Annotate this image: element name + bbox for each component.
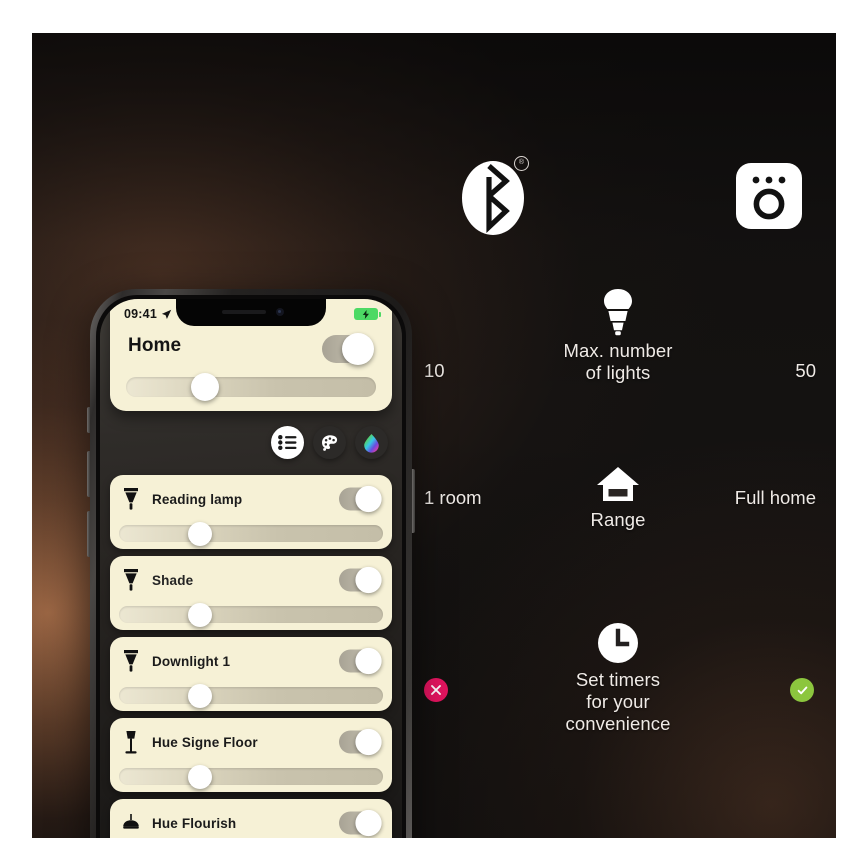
list-icon (278, 435, 297, 450)
color-drop-icon (364, 433, 379, 453)
earpiece-speaker (222, 310, 266, 314)
check-badge (790, 678, 814, 702)
light-brightness-slider-knob[interactable] (187, 521, 212, 546)
light-name: Shade (152, 572, 194, 588)
floor-lamp-icon (110, 730, 152, 755)
list-item[interactable]: Reading lamp (110, 475, 392, 549)
comparison-center-1: Max. number of lights (400, 288, 836, 384)
bulb-spot-icon (110, 568, 152, 592)
comparison-right-value-1: 50 (795, 360, 816, 381)
light-name: Reading lamp (152, 491, 243, 507)
light-toggle[interactable] (339, 728, 382, 756)
light-toggle-knob (355, 647, 382, 675)
light-name: Hue Signe Floor (152, 734, 258, 750)
light-brightness-slider-knob[interactable] (187, 764, 212, 789)
page-title: Home (128, 335, 182, 356)
comparison-caption-3-line2: for your (586, 691, 650, 712)
comparison-center-3: Set timers for your convenience (400, 621, 836, 735)
house-range-icon (597, 467, 639, 501)
home-master-toggle[interactable] (322, 333, 374, 365)
light-toggle-knob (355, 566, 382, 594)
comparison-caption-1-line1: Max. number (563, 340, 673, 361)
clock-icon (598, 623, 638, 663)
light-brightness-slider[interactable] (119, 764, 383, 789)
floor-lamp-glyph (125, 730, 137, 753)
ceiling-lamp-icon (110, 813, 152, 833)
comparison-left-value-1: 10 (424, 360, 445, 381)
cross-icon (431, 685, 441, 695)
tab-color[interactable] (355, 426, 388, 459)
list-item[interactable]: Hue Flourish (110, 799, 392, 838)
comparison-caption-3-line1: Set timers (575, 669, 661, 690)
phone-screen: 09:41 Home Reading lamp Shade Downlight … (100, 299, 402, 838)
list-item[interactable]: Downlight 1 (110, 637, 392, 711)
light-brightness-slider-knob[interactable] (187, 602, 212, 627)
tab-list[interactable] (271, 426, 304, 459)
comparison-caption-1-line2: of lights (585, 362, 651, 383)
hue-bridge-glyph (752, 176, 786, 220)
phone-bezel: 09:41 Home Reading lamp Shade Downlight … (96, 295, 406, 838)
phone-mute-switch[interactable] (87, 407, 90, 433)
light-list: Reading lamp Shade Downlight 1 Hue Signe… (110, 475, 392, 838)
light-toggle-knob (355, 728, 382, 756)
bulb-spot-glyph (124, 650, 138, 672)
comparison-left-value-2: 1 room (424, 487, 482, 508)
charging-bolt-icon (362, 309, 369, 319)
promo-scene: ® Max. number of lights 10 50 Range 1 ro… (32, 33, 836, 838)
light-brightness-slider[interactable] (119, 683, 383, 708)
list-item[interactable]: Shade (110, 556, 392, 630)
light-brightness-slider-knob[interactable] (187, 683, 212, 708)
comparison-right-value-2: Full home (734, 487, 816, 508)
light-toggle[interactable] (339, 566, 382, 594)
view-tab-bar[interactable] (271, 426, 388, 459)
bulb-icon (604, 289, 632, 336)
phone-notch (176, 299, 326, 326)
list-item[interactable]: Hue Signe Floor (110, 718, 392, 792)
bluetooth-icon: ® (462, 153, 529, 243)
comparison-caption-2-line1: Range (590, 509, 646, 530)
phone-mockup: 09:41 Home Reading lamp Shade Downlight … (87, 289, 415, 838)
battery-charging-icon (354, 308, 381, 320)
phone-power-button[interactable] (412, 469, 415, 533)
home-brightness-slider[interactable] (126, 373, 376, 401)
bluetooth-glyph (486, 164, 510, 234)
status-bar-left: 09:41 (124, 307, 172, 321)
light-toggle[interactable] (339, 485, 382, 513)
front-camera (276, 308, 284, 316)
light-name: Hue Flourish (152, 815, 237, 831)
comparison-caption-3-line3: convenience (565, 713, 671, 734)
light-toggle[interactable] (339, 647, 382, 675)
cross-badge (424, 678, 448, 702)
hue-bridge-icon (736, 163, 802, 229)
status-time: 09:41 (124, 307, 157, 321)
light-brightness-slider[interactable] (119, 602, 383, 627)
bulb-spot-icon (110, 487, 152, 511)
bulb-spot-glyph (124, 488, 138, 510)
light-toggle[interactable] (339, 809, 382, 837)
light-toggle-knob (355, 485, 382, 513)
light-name: Downlight 1 (152, 653, 231, 669)
home-master-toggle-knob (342, 333, 374, 365)
bulb-spot-icon (110, 649, 152, 673)
location-arrow-icon (161, 309, 172, 319)
ceiling-lamp-glyph (123, 814, 139, 829)
home-brightness-slider-knob[interactable] (191, 373, 219, 401)
screenshot-root: ® Max. number of lights 10 50 Range 1 ro… (0, 0, 868, 868)
registered-mark-icon: ® (514, 156, 529, 171)
tab-scenes[interactable] (313, 426, 346, 459)
light-brightness-slider[interactable] (119, 521, 383, 546)
palette-icon (321, 434, 337, 451)
light-toggle-knob (355, 809, 382, 837)
bulb-spot-glyph (124, 569, 138, 591)
phone-volume-up-button[interactable] (87, 451, 90, 497)
phone-volume-down-button[interactable] (87, 511, 90, 557)
check-icon (797, 686, 807, 694)
